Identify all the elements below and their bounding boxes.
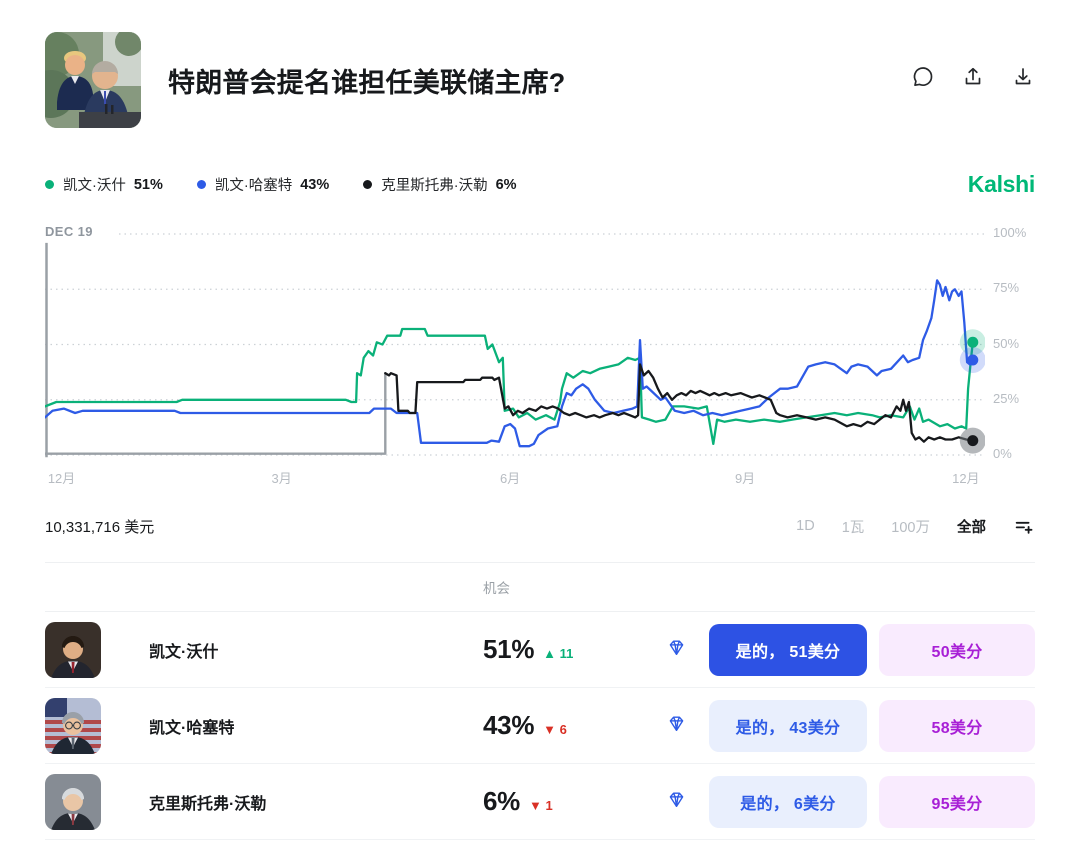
no-button[interactable]: 58美分 [879, 700, 1035, 752]
range-option-1d[interactable]: 1D [796, 518, 815, 534]
legend-item-warsh[interactable]: 凯文·沃什 51% [45, 174, 163, 195]
comment-icon[interactable] [911, 65, 935, 89]
legend-dot-green [45, 180, 54, 189]
share-icon[interactable] [961, 65, 985, 89]
gem-icon[interactable] [666, 789, 687, 815]
x-tick-label: 6月 [500, 468, 520, 487]
stats-row: 10,331,716 美元 1D 1瓦 100万 全部 [45, 512, 1035, 540]
chance-value: 43% [483, 710, 534, 741]
range-option-1m[interactable]: 100万 [891, 516, 930, 537]
chance-cell: 43% ▼ 6 [483, 710, 643, 741]
x-tick-label: 3月 [272, 468, 292, 487]
legend-value: 6% [496, 177, 517, 193]
outcome-row-waller: 克里斯托弗·沃勒 6% ▼ 1 是的， 6美分 95美分 [45, 764, 1035, 840]
download-icon[interactable] [1011, 65, 1035, 89]
outcome-row-warsh: 凯文·沃什 51% ▲ 11 是的， 51美分 50美分 [45, 612, 1035, 688]
legend-item-waller[interactable]: 克里斯托弗·沃勒 6% [363, 174, 516, 195]
outcome-row-hassett: 凯文·哈塞特 43% ▼ 6 是的， 43美分 58美分 [45, 688, 1035, 764]
chance-value: 51% [483, 634, 534, 665]
x-tick-label: 12月 [952, 468, 979, 487]
outcome-name: 凯文·沃什 [149, 638, 483, 662]
chance-delta: ▼ 6 [543, 722, 567, 737]
legend-dot-black [363, 180, 372, 189]
y-tick-label: 0% [993, 446, 1012, 461]
gem-icon[interactable] [666, 713, 687, 739]
legend-value: 51% [134, 177, 163, 193]
chart-annotation: DEC 19 [45, 224, 99, 239]
x-tick-label: 12月 [48, 468, 75, 487]
x-tick-label: 9月 [735, 468, 755, 487]
outcome-avatar [45, 698, 101, 754]
chance-header-label: 机会 [483, 577, 643, 597]
volume-text: 10,331,716 美元 [45, 516, 154, 537]
y-tick-label: 25% [993, 391, 1019, 406]
market-avatar [45, 32, 141, 128]
legend-name: 凯文·沃什 [63, 174, 126, 195]
y-tick-label: 75% [993, 280, 1019, 295]
y-tick-label: 50% [993, 336, 1019, 351]
market-avatar-image [45, 32, 141, 128]
outcome-name: 克里斯托弗·沃勒 [149, 790, 483, 814]
market-header: 特朗普会提名谁担任美联储主席? [45, 0, 1035, 128]
legend-item-hassett[interactable]: 凯文·哈塞特 43% [197, 174, 329, 195]
kalshi-logo: Kalshi [968, 171, 1035, 198]
yes-button[interactable]: 是的， 43美分 [709, 700, 867, 752]
chance-delta: ▼ 1 [529, 798, 553, 813]
gem-icon[interactable] [666, 637, 687, 663]
price-chart[interactable]: DEC 19 100%75%50%25%0% 12月3月6月9月12月 [45, 228, 1035, 490]
yes-button[interactable]: 是的， 51美分 [709, 624, 867, 676]
range-selector: 1D 1瓦 100万 全部 [796, 515, 1035, 537]
chance-cell: 51% ▲ 11 [483, 634, 643, 665]
outcome-avatar [45, 622, 101, 678]
header-actions [911, 65, 1035, 89]
chance-header-row: 机会 [45, 562, 1035, 612]
chance-delta: ▲ 11 [543, 646, 573, 661]
legend-name: 凯文·哈塞特 [215, 174, 292, 195]
legend-dot-blue [197, 180, 206, 189]
legend-name: 克里斯托弗·沃勒 [381, 174, 487, 195]
chart-legend: 凯文·沃什 51% 凯文·哈塞特 43% 克里斯托弗·沃勒 6% Kalshi [45, 171, 1035, 198]
range-option-all[interactable]: 全部 [957, 516, 986, 537]
list-add-icon[interactable] [1013, 515, 1035, 537]
market-page: 特朗普会提名谁担任美联储主席? 凯文·沃什 [0, 0, 1080, 840]
chance-cell: 6% ▼ 1 [483, 786, 643, 817]
range-option-1w[interactable]: 1瓦 [842, 516, 865, 537]
chance-value: 6% [483, 786, 520, 817]
page-title: 特朗普会提名谁担任美联储主席? [168, 61, 566, 100]
no-button[interactable]: 50美分 [879, 624, 1035, 676]
legend-value: 43% [300, 177, 329, 193]
chart-svg[interactable] [45, 228, 985, 462]
yes-button[interactable]: 是的， 6美分 [709, 776, 867, 828]
no-button[interactable]: 95美分 [879, 776, 1035, 828]
outcome-avatar [45, 774, 101, 830]
outcome-name: 凯文·哈塞特 [149, 714, 483, 738]
y-tick-label: 100% [993, 225, 1026, 240]
